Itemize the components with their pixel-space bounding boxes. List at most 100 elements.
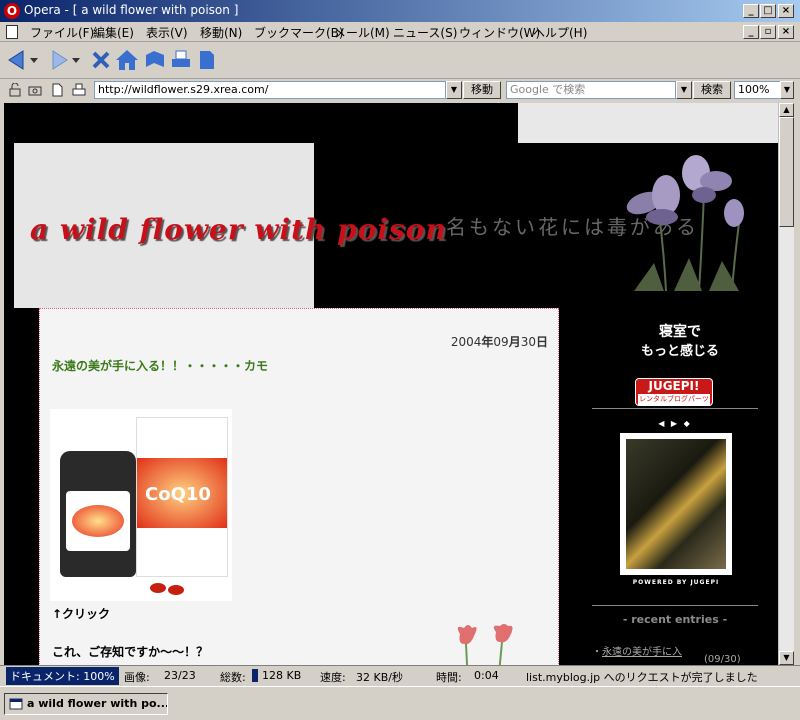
maximize-button[interactable]: □ xyxy=(760,4,776,18)
menu-bar: ファイル(F) 編集(E) 表示(V) 移動(N) ブックマーク(B) メール(… xyxy=(0,22,800,42)
back-arrow-icon xyxy=(8,50,24,70)
product-image[interactable]: CoQ10 xyxy=(50,409,232,601)
status-speed-label: 速度: xyxy=(320,671,346,684)
stop-button[interactable] xyxy=(88,47,114,73)
forward-button[interactable] xyxy=(46,47,72,73)
menu-help[interactable]: ヘルプ(H) xyxy=(533,24,587,41)
minimize-button[interactable]: _ xyxy=(743,4,759,18)
forward-arrow-icon xyxy=(52,50,68,70)
zoom-dropdown-button[interactable]: ▼ xyxy=(780,81,794,99)
title-bar: O Opera - [ a wild flower with poison ] … xyxy=(0,0,800,22)
security-lock-icon xyxy=(9,83,21,97)
vertical-scrollbar[interactable]: ▲ ▼ xyxy=(778,103,794,665)
click-hint: ↑クリック xyxy=(52,607,111,621)
taskbar: a wild flower with po... xyxy=(0,686,800,720)
doc-restore-button[interactable]: ▫ xyxy=(760,25,776,39)
post-entry: 2004年09月30日 永遠の美が手に入る！！・・・・・カモ CoQ10 ↑クリ… xyxy=(39,308,559,665)
tulip-decoration-icon xyxy=(457,624,513,665)
header-box xyxy=(518,103,778,143)
scroll-up-button[interactable]: ▲ xyxy=(779,103,794,117)
product-logo: CoQ10 xyxy=(145,484,211,505)
taskbar-window-button[interactable]: a wild flower with po... xyxy=(4,693,168,715)
post-body-line: これ、ご存知ですか～～！？ xyxy=(52,645,209,659)
menu-mail[interactable]: メール(M) xyxy=(334,24,390,41)
menu-file[interactable]: ファイル(F) xyxy=(30,24,94,41)
status-doc-value: 100% xyxy=(83,670,115,683)
menu-view[interactable]: 表示(V) xyxy=(146,24,188,41)
recent-entry-date: (09/30) xyxy=(704,654,741,665)
zoom-select[interactable]: 100% xyxy=(734,81,782,99)
hotlist-button[interactable] xyxy=(142,47,168,73)
hotlist-icon xyxy=(146,51,164,67)
back-button[interactable] xyxy=(4,47,30,73)
new-page-icon xyxy=(200,51,214,69)
recent-entries-heading: - recent entries - xyxy=(622,613,728,626)
sidebar-ad-line1[interactable]: 寝室で xyxy=(590,321,770,341)
recent-entry-bullet: ・ xyxy=(592,647,602,658)
chevron-down-icon xyxy=(30,58,38,63)
navigation-toolbar xyxy=(0,43,800,79)
opera-logo-icon: O xyxy=(4,3,20,19)
photo-nav-controls[interactable]: ◀ ▶ ◆ xyxy=(650,419,700,428)
menu-bookmarks[interactable]: ブックマーク(B) xyxy=(254,24,344,41)
forward-history-button[interactable] xyxy=(70,47,82,73)
search-engine-dropdown[interactable]: ▼ xyxy=(676,81,692,99)
recent-entry-link[interactable]: 永遠の美が手に入 xyxy=(602,647,682,658)
window-title: Opera - [ a wild flower with poison ] xyxy=(24,3,239,17)
status-document: ドキュメント: 100% xyxy=(6,667,119,685)
post-date-year: 2004 xyxy=(450,335,482,349)
window-icon xyxy=(9,698,23,710)
doc-close-button[interactable]: × xyxy=(778,25,794,39)
menu-navigation[interactable]: 移動(N) xyxy=(200,24,242,41)
product-box: CoQ10 xyxy=(136,417,228,577)
capsule-image xyxy=(150,583,166,593)
menu-window[interactable]: ウィンドウ(W) xyxy=(459,24,540,41)
jugepi-logo[interactable]: JUGEPI! レンタルブログパーツ xyxy=(635,378,713,406)
address-input[interactable]: http://wildflower.s29.xrea.com/ xyxy=(94,81,446,99)
supplement-bottle xyxy=(60,451,136,577)
search-button[interactable]: 検索 xyxy=(693,81,731,99)
print-small-icon xyxy=(72,83,86,96)
jugepi-logo-text: JUGEPI! xyxy=(648,379,700,393)
banner-title: a wild flower with poison xyxy=(30,213,447,246)
photo-image xyxy=(626,439,726,569)
menu-news[interactable]: ニュース(S) xyxy=(393,24,457,41)
scroll-thumb[interactable] xyxy=(779,117,794,227)
back-history-button[interactable] xyxy=(28,47,40,73)
status-total-value: 128 KB xyxy=(262,669,302,682)
status-doc-label: ドキュメント: xyxy=(10,670,80,683)
stop-x-icon xyxy=(92,51,110,69)
post-date-month: 09 xyxy=(493,335,509,349)
chevron-down-icon xyxy=(72,58,80,63)
home-button[interactable] xyxy=(114,47,140,73)
address-dropdown-button[interactable]: ▼ xyxy=(446,81,462,99)
search-input[interactable]: Google で検索 xyxy=(506,81,676,99)
post-date: 2004年09月30日 xyxy=(451,333,548,350)
page-viewport: a wild flower with poison 名もない花には毒がある 20… xyxy=(4,103,778,665)
home-icon xyxy=(116,50,138,70)
status-bar: ドキュメント: 100% 画像: 23/23 総数: 128 KB 速度: 32… xyxy=(0,665,800,685)
scroll-down-button[interactable]: ▼ xyxy=(779,651,794,665)
print-button[interactable] xyxy=(168,47,194,73)
post-date-day: 30 xyxy=(520,335,536,349)
sidebar-photo[interactable] xyxy=(620,433,732,575)
status-message: list.myblog.jp へのリクエストが完了しました xyxy=(526,671,758,684)
new-page-button[interactable] xyxy=(194,47,220,73)
sidebar-ad-line2[interactable]: もっと感じる xyxy=(590,340,770,359)
page-icon xyxy=(52,83,63,97)
capsule-image xyxy=(168,585,184,595)
document-icon xyxy=(6,25,18,39)
sidebar-divider xyxy=(592,408,758,409)
go-button[interactable]: 移動 xyxy=(463,81,501,99)
close-button[interactable]: × xyxy=(778,4,794,18)
doc-minimize-button[interactable]: _ xyxy=(743,25,759,39)
post-date-year-unit: 年 xyxy=(481,335,494,349)
status-time-label: 時間: xyxy=(436,671,462,684)
menu-edit[interactable]: 編集(E) xyxy=(93,24,134,41)
address-toolbar: http://wildflower.s29.xrea.com/ ▼ 移動 Goo… xyxy=(0,79,800,101)
status-total-label: 総数: xyxy=(220,671,246,684)
camera-icon xyxy=(28,86,42,96)
post-title[interactable]: 永遠の美が手に入る！！・・・・・カモ xyxy=(52,357,268,374)
printer-icon xyxy=(172,50,190,67)
status-images-value: 23/23 xyxy=(164,669,196,682)
